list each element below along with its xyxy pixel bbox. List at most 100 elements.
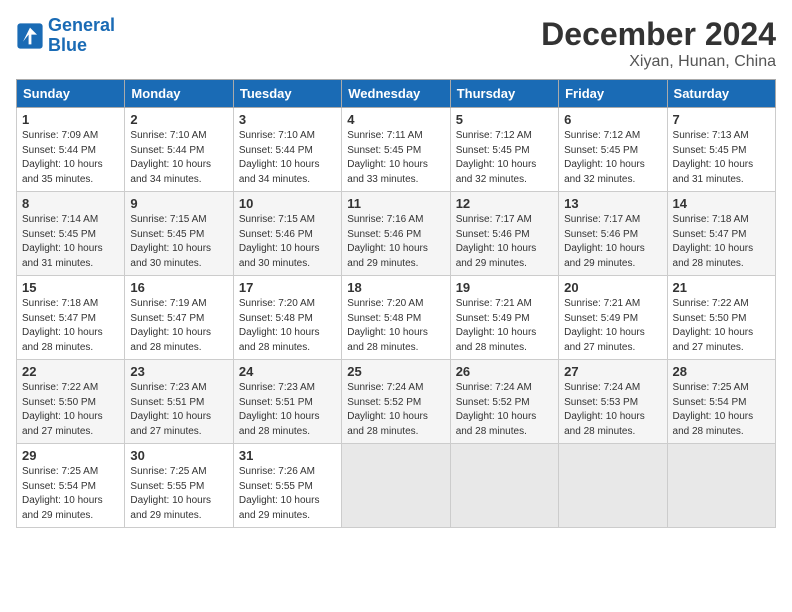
day-number: 9 (130, 196, 227, 211)
weekday-thursday: Thursday (450, 80, 558, 108)
week-row-4: 22 Sunrise: 7:22 AMSunset: 5:50 PMDayligh… (17, 360, 776, 444)
day-info: Sunrise: 7:17 AMSunset: 5:46 PMDaylight:… (564, 213, 661, 271)
day-number: 4 (347, 112, 444, 127)
day-cell: 28Sunrise: 7:25 AMSunset: 5:54 PMDayligh… (667, 360, 775, 444)
day-number: 30 (130, 448, 227, 463)
day-cell: 8 Sunrise: 7:14 AMSunset: 5:45 PMDaylight… (17, 192, 125, 276)
weekday-wednesday: Wednesday (342, 80, 450, 108)
day-info: Sunrise: 7:24 AMSunset: 5:52 PMDaylight:… (456, 381, 553, 439)
week-row-3: 15 Sunrise: 7:18 AMSunset: 5:47 PMDayligh… (17, 276, 776, 360)
logo: General Blue (16, 16, 115, 56)
day-number: 12 (456, 196, 553, 211)
day-number: 20 (564, 280, 661, 295)
day-info: Sunrise: 7:24 AMSunset: 5:53 PMDaylight:… (564, 381, 661, 439)
day-number: 18 (347, 280, 444, 295)
day-info: Sunrise: 7:10 AMSunset: 5:44 PMDaylight:… (130, 129, 227, 187)
day-info: Sunrise: 7:21 AMSunset: 5:49 PMDaylight:… (564, 297, 661, 355)
day-cell: 24 Sunrise: 7:23 AMSunset: 5:51 PMDayligh… (233, 360, 341, 444)
day-cell: 13 Sunrise: 7:17 AMSunset: 5:46 PMDayligh… (559, 192, 667, 276)
weekday-friday: Friday (559, 80, 667, 108)
day-number: 26 (456, 364, 553, 379)
day-cell: 31Sunrise: 7:26 AMSunset: 5:55 PMDayligh… (233, 444, 341, 528)
day-cell: 25 Sunrise: 7:24 AMSunset: 5:52 PMDayligh… (342, 360, 450, 444)
logo-line1: General (48, 15, 115, 35)
logo-line2: Blue (48, 35, 87, 55)
day-cell (450, 444, 558, 528)
day-number: 16 (130, 280, 227, 295)
day-info: Sunrise: 7:19 AMSunset: 5:47 PMDaylight:… (130, 297, 227, 355)
day-info: Sunrise: 7:16 AMSunset: 5:46 PMDaylight:… (347, 213, 444, 271)
title-block: December 2024 Xiyan, Hunan, China (541, 16, 776, 71)
day-info: Sunrise: 7:15 AMSunset: 5:45 PMDaylight:… (130, 213, 227, 271)
day-info: Sunrise: 7:12 AMSunset: 5:45 PMDaylight:… (564, 129, 661, 187)
logo-icon (16, 22, 44, 50)
day-number: 10 (239, 196, 336, 211)
day-number: 5 (456, 112, 553, 127)
day-cell: 7 Sunrise: 7:13 AMSunset: 5:45 PMDaylight… (667, 108, 775, 192)
day-number: 25 (347, 364, 444, 379)
day-cell: 12 Sunrise: 7:17 AMSunset: 5:46 PMDayligh… (450, 192, 558, 276)
day-number: 8 (22, 196, 119, 211)
day-number: 13 (564, 196, 661, 211)
calendar-header: General Blue December 2024 Xiyan, Hunan,… (16, 16, 776, 71)
day-info: Sunrise: 7:12 AMSunset: 5:45 PMDaylight:… (456, 129, 553, 187)
day-cell: 20 Sunrise: 7:21 AMSunset: 5:49 PMDayligh… (559, 276, 667, 360)
day-info: Sunrise: 7:20 AMSunset: 5:48 PMDaylight:… (239, 297, 336, 355)
day-info: Sunrise: 7:11 AMSunset: 5:45 PMDaylight:… (347, 129, 444, 187)
day-cell: 30 Sunrise: 7:25 AMSunset: 5:55 PMDayligh… (125, 444, 233, 528)
day-cell: 3 Sunrise: 7:10 AMSunset: 5:44 PMDaylight… (233, 108, 341, 192)
day-number: 15 (22, 280, 119, 295)
day-info: Sunrise: 7:25 AMSunset: 5:55 PMDaylight:… (130, 465, 227, 523)
week-row-2: 8 Sunrise: 7:14 AMSunset: 5:45 PMDaylight… (17, 192, 776, 276)
day-cell: 17Sunrise: 7:20 AMSunset: 5:48 PMDayligh… (233, 276, 341, 360)
day-info: Sunrise: 7:23 AMSunset: 5:51 PMDaylight:… (239, 381, 336, 439)
day-info: Sunrise: 7:24 AMSunset: 5:52 PMDaylight:… (347, 381, 444, 439)
day-cell: 21 Sunrise: 7:22 AMSunset: 5:50 PMDayligh… (667, 276, 775, 360)
weekday-header-row: SundayMondayTuesdayWednesdayThursdayFrid… (17, 80, 776, 108)
day-info: Sunrise: 7:10 AMSunset: 5:44 PMDaylight:… (239, 129, 336, 187)
calendar-table: SundayMondayTuesdayWednesdayThursdayFrid… (16, 79, 776, 528)
logo-text: General Blue (48, 16, 115, 56)
calendar-body: 1Sunrise: 7:09 AMSunset: 5:44 PMDaylight… (17, 108, 776, 528)
day-info: Sunrise: 7:13 AMSunset: 5:45 PMDaylight:… (673, 129, 770, 187)
day-info: Sunrise: 7:18 AMSunset: 5:47 PMDaylight:… (22, 297, 119, 355)
day-cell: 6Sunrise: 7:12 AMSunset: 5:45 PMDaylight… (559, 108, 667, 192)
day-cell: 29 Sunrise: 7:25 AMSunset: 5:54 PMDayligh… (17, 444, 125, 528)
day-info: Sunrise: 7:22 AMSunset: 5:50 PMDaylight:… (22, 381, 119, 439)
week-row-5: 29 Sunrise: 7:25 AMSunset: 5:54 PMDayligh… (17, 444, 776, 528)
day-info: Sunrise: 7:22 AMSunset: 5:50 PMDaylight:… (673, 297, 770, 355)
day-cell (667, 444, 775, 528)
day-number: 22 (22, 364, 119, 379)
weekday-saturday: Saturday (667, 80, 775, 108)
day-info: Sunrise: 7:26 AMSunset: 5:55 PMDaylight:… (239, 465, 336, 523)
day-cell: 5 Sunrise: 7:12 AMSunset: 5:45 PMDaylight… (450, 108, 558, 192)
calendar-title: December 2024 (541, 16, 776, 53)
day-info: Sunrise: 7:17 AMSunset: 5:46 PMDaylight:… (456, 213, 553, 271)
day-number: 28 (673, 364, 770, 379)
day-cell: 27 Sunrise: 7:24 AMSunset: 5:53 PMDayligh… (559, 360, 667, 444)
day-info: Sunrise: 7:14 AMSunset: 5:45 PMDaylight:… (22, 213, 119, 271)
day-cell: 1Sunrise: 7:09 AMSunset: 5:44 PMDaylight… (17, 108, 125, 192)
week-row-1: 1Sunrise: 7:09 AMSunset: 5:44 PMDaylight… (17, 108, 776, 192)
day-info: Sunrise: 7:18 AMSunset: 5:47 PMDaylight:… (673, 213, 770, 271)
day-number: 11 (347, 196, 444, 211)
day-cell: 16 Sunrise: 7:19 AMSunset: 5:47 PMDayligh… (125, 276, 233, 360)
day-number: 7 (673, 112, 770, 127)
day-cell: 14Sunrise: 7:18 AMSunset: 5:47 PMDayligh… (667, 192, 775, 276)
day-cell: 19Sunrise: 7:21 AMSunset: 5:49 PMDayligh… (450, 276, 558, 360)
day-info: Sunrise: 7:20 AMSunset: 5:48 PMDaylight:… (347, 297, 444, 355)
weekday-sunday: Sunday (17, 80, 125, 108)
day-cell (559, 444, 667, 528)
day-number: 29 (22, 448, 119, 463)
day-cell: 18 Sunrise: 7:20 AMSunset: 5:48 PMDayligh… (342, 276, 450, 360)
day-number: 21 (673, 280, 770, 295)
day-number: 3 (239, 112, 336, 127)
day-cell: 15 Sunrise: 7:18 AMSunset: 5:47 PMDayligh… (17, 276, 125, 360)
day-number: 27 (564, 364, 661, 379)
day-info: Sunrise: 7:25 AMSunset: 5:54 PMDaylight:… (22, 465, 119, 523)
day-number: 24 (239, 364, 336, 379)
day-number: 23 (130, 364, 227, 379)
day-cell: 9 Sunrise: 7:15 AMSunset: 5:45 PMDaylight… (125, 192, 233, 276)
day-cell: 2Sunrise: 7:10 AMSunset: 5:44 PMDaylight… (125, 108, 233, 192)
weekday-monday: Monday (125, 80, 233, 108)
